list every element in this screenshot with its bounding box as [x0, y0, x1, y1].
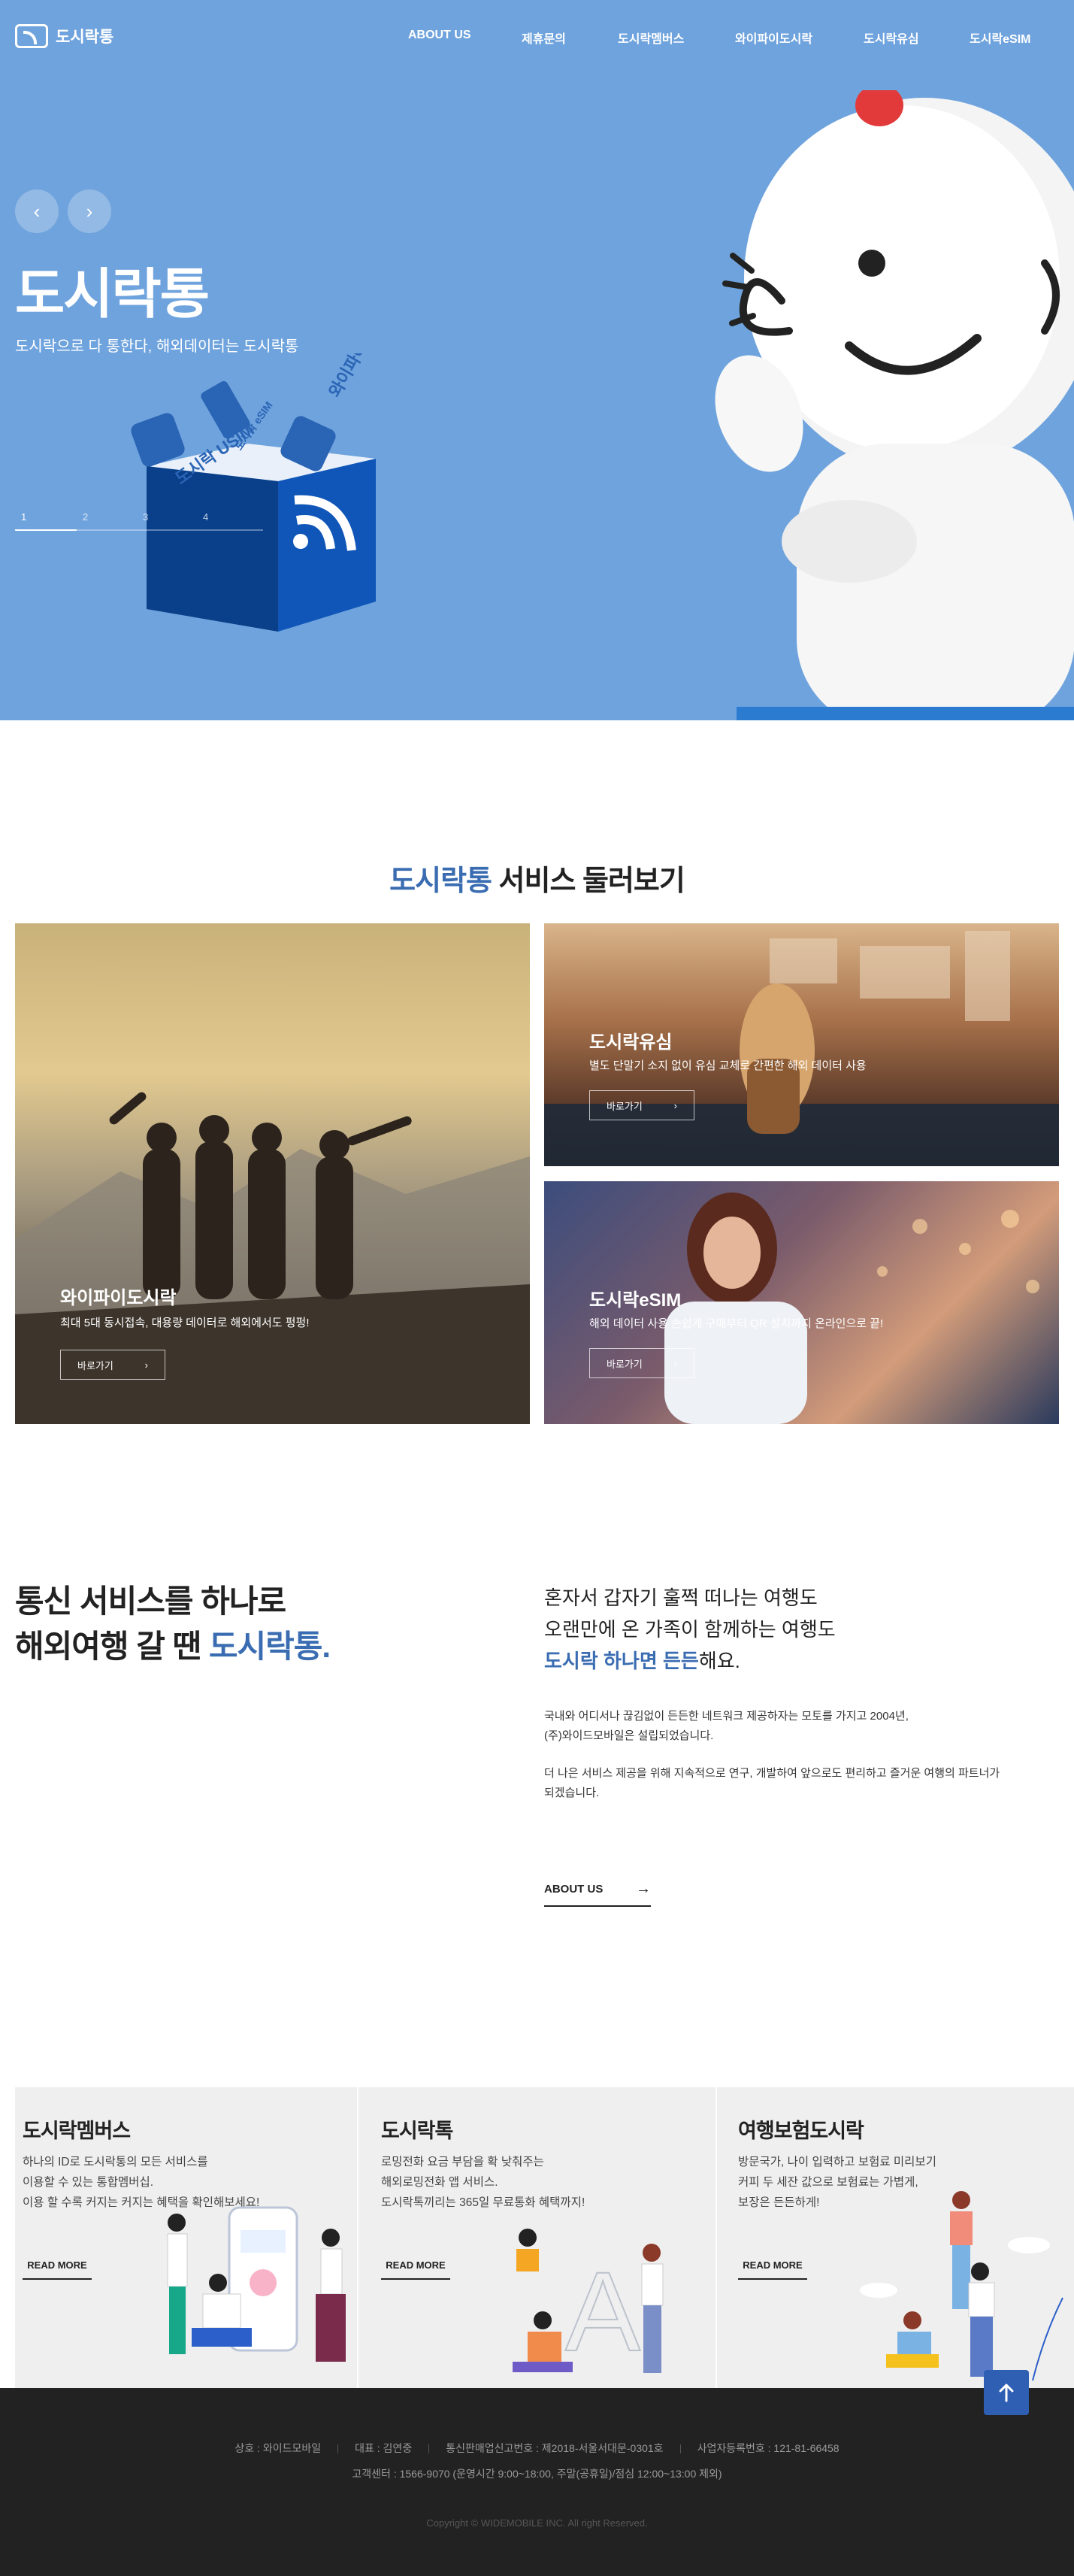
- card-go-label: 바로가기: [607, 1358, 643, 1370]
- promo-travel-insurance: 여행보험도시락 방문국가, 나이 입력하고 보험료 미리보기 커피 두 세잔 값으…: [717, 2087, 1074, 2388]
- nav-usim[interactable]: 도시락유심: [864, 29, 919, 47]
- card-title: 도시락eSIM: [589, 1290, 682, 1311]
- card-go-button[interactable]: 바로가기 ›: [589, 1090, 694, 1120]
- about-p1-line1: 국내와 어디서나 끊김없이 든든한 네트워크 제공하자는 모토를 가지고 200…: [544, 1710, 909, 1723]
- promo-title: 도시락멤버스: [23, 2120, 131, 2142]
- box-label-wifi: 와이파이 도시락: [325, 353, 398, 401]
- about-lead: 혼자서 갑자기 훌쩍 떠나는 여행도 오랜만에 온 가족이 함께하는 여행도 도…: [544, 1582, 836, 1677]
- about-paragraph-1: 국내와 어디서나 끊김없이 든든한 네트워크 제공하자는 모토를 가지고 200…: [544, 1707, 909, 1746]
- card-desc: 별도 단말기 소지 없이 유심 교체로 간편한 해외 데이터 사용: [589, 1059, 867, 1072]
- about-p1-line2: (주)와이드모바일은 설립되었습니다.: [544, 1729, 714, 1742]
- about-lead-accent: 도시락 하나면 든든: [544, 1650, 699, 1672]
- about-lead-line1: 혼자서 갑자기 훌쩍 떠나는 여행도: [544, 1587, 818, 1609]
- card-title: 와이파이도시락: [60, 1288, 177, 1308]
- nav-wifi-dosirak[interactable]: 와이파이도시락: [735, 29, 812, 47]
- chevron-right-icon: ›: [144, 1359, 148, 1371]
- card-desc: 최대 5대 동시접속, 대용량 데이터로 해외에서도 펑펑!: [60, 1317, 310, 1329]
- card-go-label: 바로가기: [607, 1100, 643, 1112]
- promo-title: 도시락톡: [381, 2120, 453, 2142]
- nav-about-us[interactable]: ABOUT US: [408, 29, 471, 42]
- pager-progress: [15, 529, 77, 531]
- read-more-button[interactable]: READ MORE: [381, 2251, 450, 2280]
- main-nav: ABOUT US 제휴문의 도시락멤버스 와이파이도시락 도시락유심 도시락eS…: [0, 0, 1074, 72]
- footer-ecommerce-number: 통신판매업신고번호 : 제2018-서울서대문-0301호: [446, 2442, 664, 2454]
- pager-item-1[interactable]: 1: [21, 511, 26, 523]
- about-lead-rest: 해요.: [698, 1650, 740, 1672]
- card-usim[interactable]: 도시락유심 별도 단말기 소지 없이 유심 교체로 간편한 해외 데이터 사용 …: [544, 923, 1059, 1166]
- nav-esim[interactable]: 도시락eSIM: [970, 29, 1031, 47]
- promo-title: 여행보험도시락: [738, 2120, 864, 2142]
- chevron-left-icon: ‹: [33, 199, 41, 223]
- site-footer: 상호 : 와이드모바일 대표 : 김연중 통신판매업신고번호 : 제2018-서울서…: [0, 2388, 1074, 2576]
- nav-partnership[interactable]: 제휴문의: [522, 29, 566, 47]
- members-illustration: [167, 2206, 346, 2362]
- card-title: 도시락유심: [589, 1032, 673, 1053]
- about-p2-line1: 더 나은 서비스 제공을 위해 지속적으로 연구, 개발하여 앞으로도 편리하고…: [544, 1767, 1000, 1780]
- about-us-label: ABOUT US: [544, 1882, 604, 1896]
- about-heading-prefix: 해외여행 갈 땐: [15, 1629, 209, 1664]
- services-title-accent: 도시락통: [389, 865, 492, 897]
- promo-dosirak-talk: 도시락톡 로밍전화 요금 부담을 확 낮춰주는 해외로밍전화 앱 서비스. 도시락톡…: [359, 2087, 715, 2388]
- read-more-button[interactable]: READ MORE: [23, 2251, 92, 2280]
- arrow-up-icon: [999, 2384, 1014, 2402]
- pager-item-3[interactable]: 3: [143, 511, 148, 523]
- mascot-illustration: [715, 90, 1074, 720]
- hero-title: 도시락통: [15, 265, 210, 325]
- scroll-top-button[interactable]: [984, 2370, 1029, 2415]
- chevron-right-icon: ›: [673, 1357, 677, 1369]
- hero-banner: 도시락 USIM 도시락 eSIM 와이파이 도시락 ‹ › 도시락통 도시락으…: [0, 0, 1074, 720]
- footer-ceo: 대표 : 김연중: [355, 2442, 413, 2454]
- service-box-illustration: 도시락 USIM 도시락 eSIM 와이파이 도시락: [131, 353, 398, 632]
- card-wifi-dosirak[interactable]: 와이파이도시락 최대 5대 동시접속, 대용량 데이터로 해외에서도 펑펑! 바…: [15, 923, 530, 1424]
- read-more-button[interactable]: READ MORE: [738, 2251, 807, 2280]
- arrow-right-icon: →: [636, 1880, 651, 1897]
- footer-company-name: 상호 : 와이드모바일: [234, 2442, 322, 2454]
- about-heading-accent: 도시락통.: [208, 1629, 331, 1664]
- card-go-button[interactable]: 바로가기 ›: [589, 1348, 694, 1378]
- insurance-illustration: [860, 2191, 1063, 2381]
- about-paragraph-2: 더 나은 서비스 제공을 위해 지속적으로 연구, 개발하여 앞으로도 편리하고…: [544, 1764, 1000, 1803]
- footer-copyright: Copyright © WIDEMOBILE INC. All right Re…: [426, 2517, 648, 2529]
- services-title: 도시락통 서비스 둘러보기: [0, 857, 1074, 899]
- chevron-right-icon: ›: [86, 199, 93, 223]
- promo-members: 도시락멤버스 하나의 ID로 도시락통의 모든 서비스를 이용할 수 있는 통합멤…: [15, 2087, 357, 2388]
- card-desc: 해외 데이터 사용 손쉽게 구매부터 QR 설치까지 온라인으로 끝!: [589, 1317, 884, 1330]
- hero-pager: 1 2 3 4: [15, 511, 263, 531]
- card-go-button[interactable]: 바로가기 ›: [60, 1350, 165, 1380]
- pager-item-2[interactable]: 2: [83, 511, 88, 523]
- footer-customer-center: 고객센터 : 1566-9070 (운영시간 9:00~18:00, 주말(공휴…: [352, 2468, 722, 2480]
- hero-prev-button[interactable]: ‹: [15, 189, 59, 233]
- chevron-right-icon: ›: [673, 1099, 677, 1111]
- hero-subtitle: 도시락으로 다 통한다, 해외데이터는 도시락통: [15, 338, 299, 355]
- site-header: 도시락통 ABOUT US 제휴문의 도시락멤버스 와이파이도시락 도시락유심 …: [0, 0, 1074, 72]
- about-us-button[interactable]: ABOUT US →: [544, 1872, 651, 1907]
- about-lead-line2: 오랜만에 온 가족이 함께하는 여행도: [544, 1618, 836, 1641]
- footer-company-info: 상호 : 와이드모바일 대표 : 김연중 통신판매업신고번호 : 제2018-서울서…: [0, 2441, 1074, 2456]
- talk-illustration: A: [513, 2229, 664, 2375]
- hero-next-button[interactable]: ›: [68, 189, 111, 233]
- svg-text:A: A: [565, 2248, 640, 2374]
- card-esim[interactable]: 도시락eSIM 해외 데이터 사용 손쉽게 구매부터 QR 설치까지 온라인으로…: [544, 1181, 1059, 1424]
- about-p2-line2: 되겠습니다.: [544, 1787, 600, 1799]
- footer-business-number: 사업자등록번호 : 121-81-66458: [697, 2442, 840, 2454]
- card-go-label: 바로가기: [77, 1359, 113, 1371]
- pager-item-4[interactable]: 4: [203, 511, 208, 523]
- about-heading-line1: 통신 서비스를 하나로: [15, 1583, 286, 1619]
- about-heading: 통신 서비스를 하나로 해외여행 갈 땐 도시락통.: [15, 1579, 331, 1669]
- promo-desc: 로밍전화 요금 부담을 확 낮춰주는 해외로밍전화 앱 서비스. 도시락톡끼리는 3…: [381, 2156, 585, 2209]
- services-title-rest: 서비스 둘러보기: [492, 865, 685, 897]
- nav-members[interactable]: 도시락멤버스: [618, 29, 684, 47]
